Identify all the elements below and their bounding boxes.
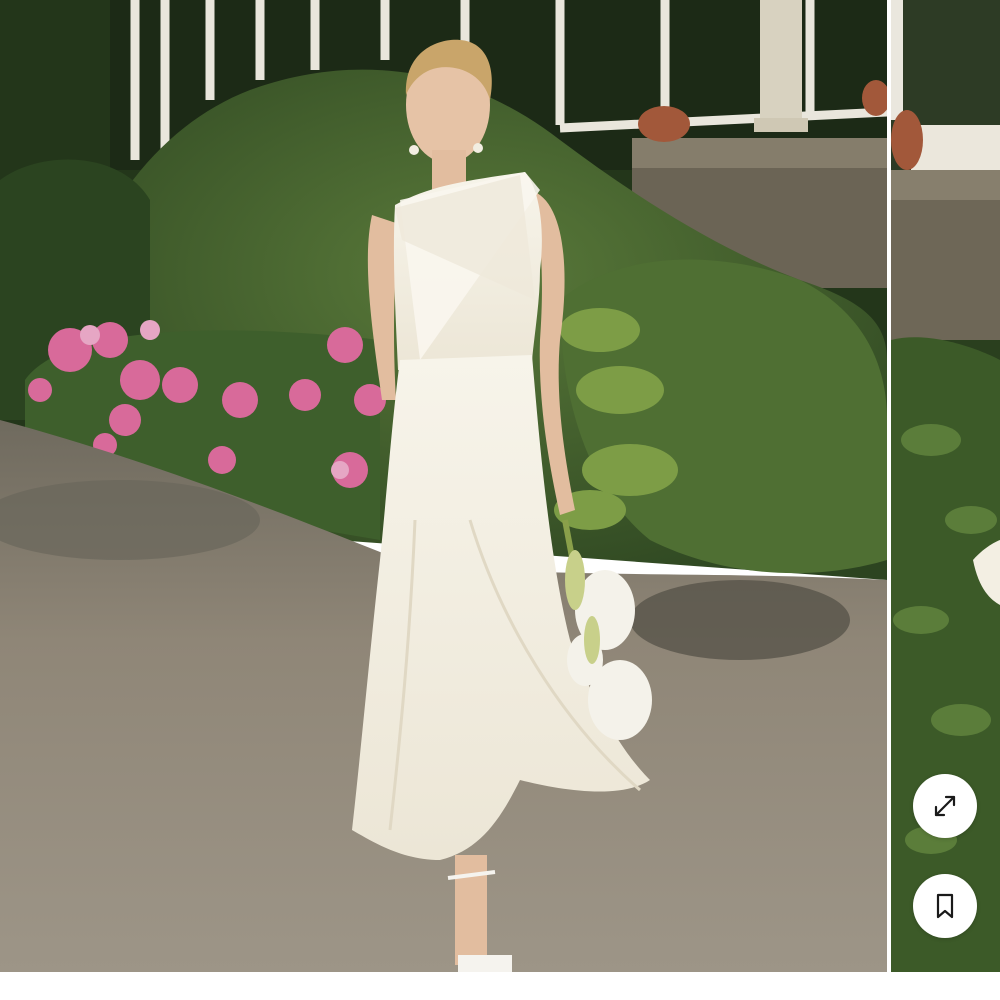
expand-image-button[interactable] bbox=[913, 774, 977, 838]
gallery-bottom-edge bbox=[0, 972, 1000, 1000]
main-product-image[interactable] bbox=[0, 0, 887, 972]
expand-arrows-icon bbox=[934, 795, 956, 817]
bookmark-icon bbox=[936, 893, 954, 919]
photo-illustration bbox=[0, 0, 887, 972]
save-to-wishlist-button[interactable] bbox=[913, 874, 977, 938]
product-image-gallery bbox=[0, 0, 1000, 1000]
